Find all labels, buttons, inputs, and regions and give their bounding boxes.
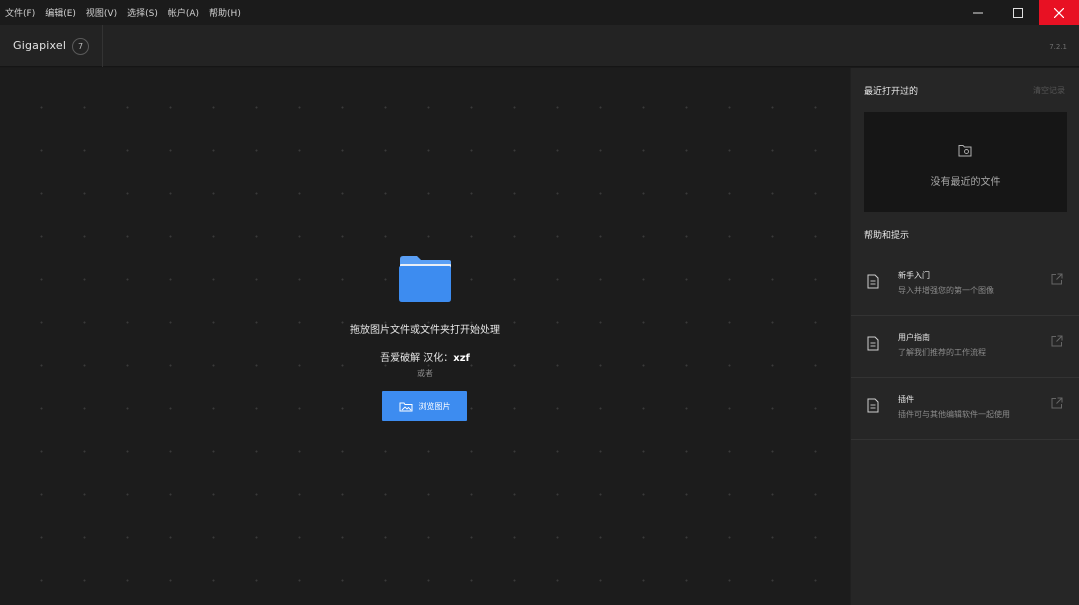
help-item-title: 插件 xyxy=(898,395,914,404)
help-item-plugins[interactable]: 插件 插件可与其他编辑软件一起使用 xyxy=(851,378,1079,440)
close-button[interactable] xyxy=(1039,0,1079,25)
close-icon xyxy=(1054,7,1064,18)
external-link-icon xyxy=(1051,335,1063,347)
minimize-icon xyxy=(973,12,983,13)
clear-history-button[interactable]: 清空记录 xyxy=(1033,85,1065,96)
app-header: Gigapixel 7 7.2.1 xyxy=(0,25,1079,67)
maximize-button[interactable] xyxy=(998,0,1038,25)
browse-images-button[interactable]: 浏览图片 xyxy=(382,391,467,421)
external-link-icon xyxy=(1051,273,1063,285)
credit-prefix: 吾爱破解 汉化： xyxy=(380,353,454,364)
image-folder-icon xyxy=(399,402,412,411)
minimize-button[interactable] xyxy=(958,0,998,25)
help-item-desc: 导入并增强您的第一个图像 xyxy=(898,286,994,295)
help-item-desc: 了解我们推荐的工作流程 xyxy=(898,348,986,357)
help-item-getting-started[interactable]: 新手入门 导入并增强您的第一个图像 xyxy=(851,254,1079,316)
menu-help[interactable]: 帮助(H) xyxy=(209,6,241,19)
menu-bar: 文件(F) 编辑(E) 视图(V) 选择(S) 帐户(A) 帮助(H) xyxy=(5,0,241,25)
browse-label: 浏览图片 xyxy=(418,401,451,411)
menu-select[interactable]: 选择(S) xyxy=(127,6,158,19)
document-icon xyxy=(867,336,879,351)
credit-line: 吾爱破解 汉化：xzf xyxy=(0,349,850,364)
or-label: 或者 xyxy=(417,369,433,378)
version-badge: 7 xyxy=(72,38,89,55)
folder-icon xyxy=(399,256,451,302)
help-item-title: 用户指南 xyxy=(898,333,930,342)
app-version: 7.2.1 xyxy=(1049,43,1067,51)
drop-zone[interactable] xyxy=(0,68,850,605)
credit-name: xzf xyxy=(453,353,470,364)
title-bar: 文件(F) 编辑(E) 视图(V) 选择(S) 帐户(A) 帮助(H) xyxy=(0,0,1079,25)
no-recent-files: 没有最近的文件 xyxy=(930,177,1001,188)
menu-file[interactable]: 文件(F) xyxy=(5,6,35,19)
help-item-title: 新手入门 xyxy=(898,271,930,280)
app-name: Gigapixel xyxy=(13,39,67,52)
empty-folder-icon xyxy=(958,145,972,157)
document-icon xyxy=(867,398,879,413)
menu-edit[interactable]: 编辑(E) xyxy=(45,6,76,19)
recent-files-box: 没有最近的文件 xyxy=(864,112,1067,212)
help-title: 帮助和提示 xyxy=(864,231,910,241)
maximize-icon xyxy=(1013,7,1023,18)
external-link-icon xyxy=(1051,397,1063,409)
menu-account[interactable]: 帐户(A) xyxy=(168,6,199,19)
right-panel: 最近打开过的 清空记录 没有最近的文件 帮助和提示 新手入门 导入并增强您的第一… xyxy=(850,68,1079,605)
help-item-desc: 插件可与其他编辑软件一起使用 xyxy=(898,410,1010,419)
document-icon xyxy=(867,274,879,289)
drop-instruction: 拖放图片文件或文件夹打开始处理 xyxy=(350,325,500,336)
recent-title: 最近打开过的 xyxy=(864,87,919,97)
header-divider xyxy=(102,25,103,67)
menu-view[interactable]: 视图(V) xyxy=(86,6,117,19)
help-item-user-guide[interactable]: 用户指南 了解我们推荐的工作流程 xyxy=(851,316,1079,378)
